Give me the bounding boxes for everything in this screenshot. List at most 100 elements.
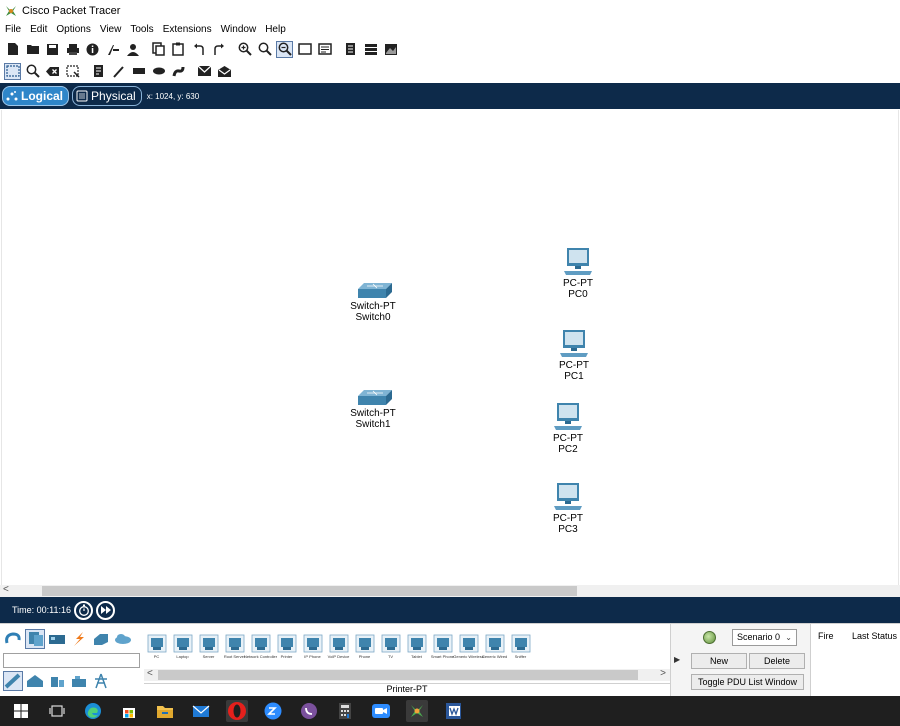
device-pc2[interactable]: PC-PT PC2 xyxy=(538,402,598,455)
smart-city-subcategory-icon[interactable] xyxy=(47,671,67,691)
add-complex-pdu-icon[interactable] xyxy=(216,63,233,80)
view-command-log-icon[interactable] xyxy=(342,41,359,58)
device-type-item[interactable]: TV xyxy=(378,627,403,659)
menu-file[interactable]: File xyxy=(5,24,21,35)
delete-scenario-button[interactable]: Delete xyxy=(749,653,805,669)
file-explorer-icon[interactable] xyxy=(154,700,176,722)
connections-category-icon[interactable] xyxy=(69,629,89,649)
device-type-item[interactable]: Network Controller xyxy=(244,627,277,659)
copy-icon[interactable] xyxy=(150,41,167,58)
device-pc3[interactable]: PC-PT PC3 xyxy=(538,482,598,535)
drawing-palette-icon[interactable] xyxy=(296,41,313,58)
undo-icon[interactable] xyxy=(190,41,207,58)
device-type-item[interactable]: Printer xyxy=(274,627,299,659)
device-type-item[interactable]: Sniffer xyxy=(508,627,533,659)
menu-options[interactable]: Options xyxy=(56,24,90,35)
microsoft-word-icon[interactable] xyxy=(442,700,464,722)
device-type-item[interactable]: Generic Wireless xyxy=(453,627,484,659)
device-type-item[interactable]: VoIP Device xyxy=(326,627,351,659)
info-icon[interactable] xyxy=(84,41,101,58)
device-list-scroll-left-icon[interactable]: < xyxy=(147,668,153,679)
menu-extensions[interactable]: Extensions xyxy=(163,24,212,35)
place-note-icon[interactable] xyxy=(90,63,107,80)
save-icon[interactable] xyxy=(44,41,61,58)
menu-view[interactable]: View xyxy=(100,24,122,35)
misc-category-icon[interactable] xyxy=(91,629,111,649)
delete-icon[interactable] xyxy=(44,63,61,80)
network-info-icon[interactable] xyxy=(362,41,379,58)
device-switch1[interactable]: Switch-PT Switch1 xyxy=(343,387,403,430)
device-pc0[interactable]: PC-PT PC0 xyxy=(548,247,608,300)
device-list-scroll-right-icon[interactable]: > xyxy=(660,668,666,679)
opera-browser-icon[interactable] xyxy=(226,700,248,722)
draw-rectangle-icon[interactable] xyxy=(130,63,147,80)
inspect-icon[interactable] xyxy=(24,63,41,80)
task-view-icon[interactable] xyxy=(46,700,68,722)
device-pc1[interactable]: PC-PT PC1 xyxy=(544,329,604,382)
zoom-out-icon[interactable] xyxy=(276,40,293,58)
components-category-icon[interactable] xyxy=(47,629,67,649)
pdu-column-last-status[interactable]: Last Status xyxy=(852,631,897,641)
zoom-meetings-icon[interactable] xyxy=(370,700,392,722)
multiuser-category-icon[interactable] xyxy=(113,629,133,649)
paste-icon[interactable] xyxy=(170,41,187,58)
draw-line-icon[interactable] xyxy=(110,63,127,80)
tab-logical[interactable]: Logical xyxy=(2,86,70,106)
scroll-left-arrow-icon[interactable]: < xyxy=(3,584,9,595)
mail-icon[interactable] xyxy=(190,700,212,722)
open-folder-icon[interactable] xyxy=(24,41,41,58)
viber-icon[interactable] xyxy=(298,700,320,722)
pdu-column-fire[interactable]: Fire xyxy=(818,631,834,641)
power-grid-subcategory-icon[interactable] xyxy=(91,671,111,691)
new-scenario-button[interactable]: New xyxy=(691,653,747,669)
add-simple-pdu-icon[interactable] xyxy=(196,63,213,80)
menu-window[interactable]: Window xyxy=(221,24,257,35)
device-type-item[interactable]: PC xyxy=(144,627,169,659)
device-type-item[interactable]: Generic Wired xyxy=(482,627,507,659)
menu-tools[interactable]: Tools xyxy=(130,24,153,35)
reset-time-button[interactable] xyxy=(74,600,94,620)
tab-physical[interactable]: Physical xyxy=(72,86,142,106)
logical-workspace[interactable]: Switch-PT Switch0 Switch-PT Switch1 PC-P… xyxy=(1,110,899,585)
device-type-item[interactable]: Laptop xyxy=(170,627,195,659)
device-search-field[interactable] xyxy=(3,653,140,668)
device-switch0[interactable]: Switch-PT Switch0 xyxy=(343,280,403,323)
end-devices-subcategory-icon[interactable] xyxy=(3,671,23,691)
resize-shape-icon[interactable] xyxy=(64,63,81,80)
microsoft-store-icon[interactable] xyxy=(118,700,140,722)
device-type-item[interactable]: IP Phone xyxy=(300,627,325,659)
device-type-item[interactable]: Phone xyxy=(352,627,377,659)
redo-icon[interactable] xyxy=(210,41,227,58)
scrollbar-thumb[interactable] xyxy=(42,586,577,596)
zoom-reset-icon[interactable] xyxy=(256,41,273,58)
home-subcategory-icon[interactable] xyxy=(25,671,45,691)
calculator-icon[interactable] xyxy=(334,700,356,722)
device-type-item[interactable]: Tablet xyxy=(404,627,429,659)
toggle-pdu-list-button[interactable]: Toggle PDU List Window xyxy=(691,674,804,690)
scenario-dropdown[interactable]: Scenario 0 ⌄ xyxy=(732,629,797,646)
device-type-item[interactable]: Server xyxy=(196,627,221,659)
draw-ellipse-icon[interactable] xyxy=(150,63,167,80)
device-list-scrollbar[interactable]: < > xyxy=(144,668,670,681)
industrial-subcategory-icon[interactable] xyxy=(69,671,89,691)
custom-device-dialog-icon[interactable] xyxy=(316,41,333,58)
zoom-app-icon[interactable] xyxy=(262,700,284,722)
device-type-item[interactable]: Smart Phone xyxy=(430,627,455,659)
fast-forward-time-button[interactable] xyxy=(96,600,116,620)
edge-browser-icon[interactable] xyxy=(82,700,104,722)
menu-help[interactable]: Help xyxy=(265,24,286,35)
windows-start-icon[interactable] xyxy=(10,700,32,722)
network-devices-category-icon[interactable] xyxy=(3,629,23,649)
new-file-icon[interactable] xyxy=(4,41,21,58)
menu-edit[interactable]: Edit xyxy=(30,24,47,35)
end-devices-category-icon[interactable] xyxy=(25,629,45,649)
user-profile-icon[interactable] xyxy=(124,41,141,58)
device-list-scroll-thumb[interactable] xyxy=(158,670,638,680)
activity-wizard-icon[interactable] xyxy=(104,41,121,58)
select-icon[interactable] xyxy=(4,62,21,80)
expand-panel-arrow-icon[interactable]: ▶ xyxy=(674,655,680,664)
screenshot-icon[interactable] xyxy=(382,41,399,58)
packet-tracer-taskbar-icon[interactable] xyxy=(406,700,428,722)
print-icon[interactable] xyxy=(64,41,81,58)
workspace-horizontal-scrollbar[interactable]: < xyxy=(0,584,900,597)
